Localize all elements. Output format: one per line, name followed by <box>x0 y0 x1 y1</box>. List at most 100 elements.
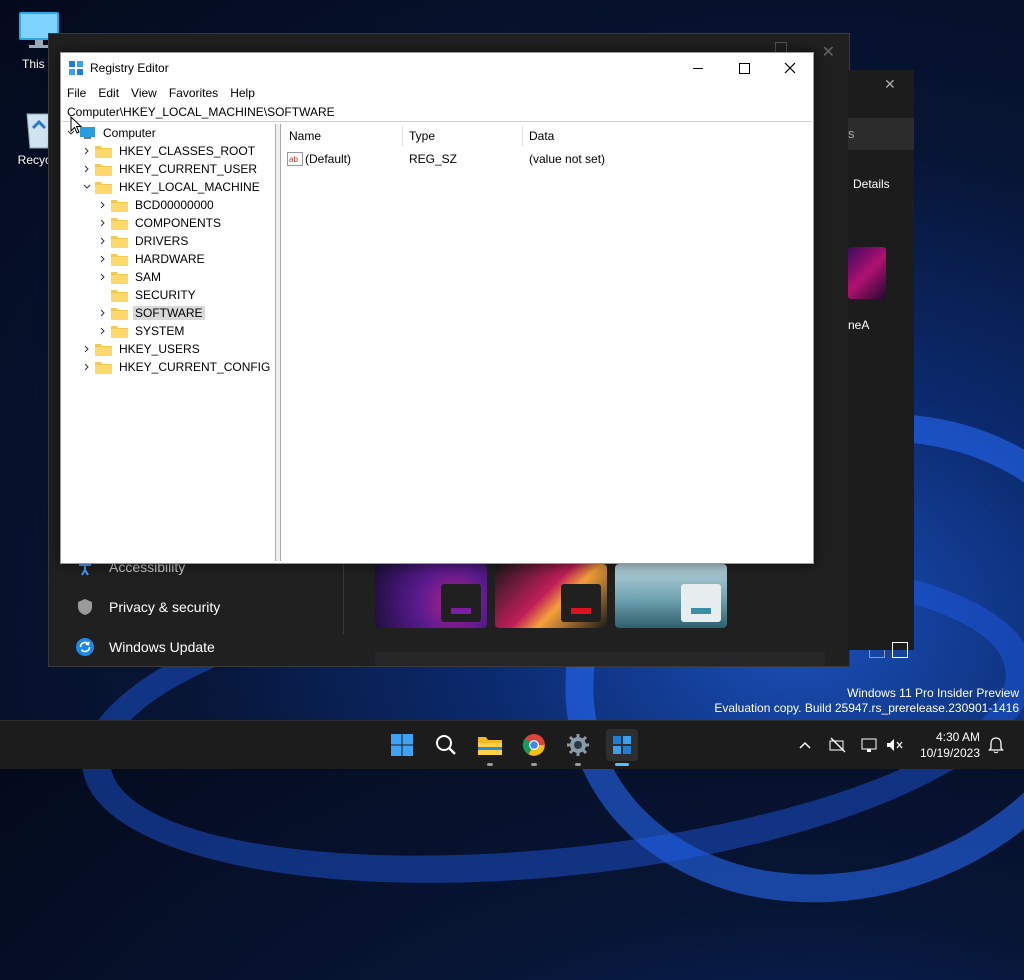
settings-nav-label: Windows Update <box>109 639 215 655</box>
chevron-right-icon[interactable] <box>95 268 111 286</box>
chrome-button[interactable] <box>518 729 550 766</box>
close-button[interactable] <box>767 53 813 83</box>
start-button[interactable] <box>386 729 418 761</box>
chevron-right-icon[interactable] <box>79 142 95 160</box>
tree-node-label: SAM <box>135 270 162 284</box>
tree-node-security[interactable]: SECURITY <box>95 286 198 304</box>
menu-favorites[interactable]: Favorites <box>163 86 224 100</box>
settings-close-icon[interactable]: ✕ <box>884 76 896 93</box>
value-type: REG_SZ <box>409 152 458 166</box>
tree-node-hkey-current-config[interactable]: HKEY_CURRENT_CONFIG <box>79 358 272 376</box>
volume-tray-button[interactable] <box>884 721 906 769</box>
address-bar[interactable]: Computer\HKEY_LOCAL_MACHINE\SOFTWARE <box>62 103 812 122</box>
values-pane[interactable]: Name Type Data ab (Default) REG_SZ (valu… <box>280 124 813 561</box>
chevron-right-icon[interactable] <box>95 304 111 322</box>
bell-icon <box>988 737 1004 754</box>
column-header-type[interactable]: Type <box>409 124 435 148</box>
registry-editor-icon <box>69 61 83 75</box>
theme-thumbnail-window <box>681 584 721 622</box>
settings-nav-windows-update[interactable]: Windows Update <box>75 637 215 657</box>
tree-node-drivers[interactable]: DRIVERS <box>95 232 190 250</box>
windows-start-icon <box>391 734 413 756</box>
active-indicator <box>615 763 629 766</box>
tree-node-software[interactable]: SOFTWARE <box>95 304 205 322</box>
folder-icon <box>95 164 112 176</box>
chevron-right-icon[interactable] <box>95 232 111 250</box>
value-data: (value not set) <box>529 152 606 166</box>
chrome-icon <box>522 734 545 756</box>
menu-file[interactable]: File <box>61 86 92 100</box>
details-link[interactable]: Details <box>853 177 890 191</box>
minimize-button[interactable] <box>675 53 721 83</box>
tree-node-label: HKEY_LOCAL_MACHINE <box>119 180 260 194</box>
tree-node-components[interactable]: COMPONENTS <box>95 214 223 232</box>
tree-node-label: COMPONENTS <box>135 216 222 230</box>
menu-view[interactable]: View <box>125 86 163 100</box>
tree-node-hkey-local-machine[interactable]: HKEY_LOCAL_MACHINE <box>79 178 262 196</box>
tree-node-hkey-current-user[interactable]: HKEY_CURRENT_USER <box>79 160 259 178</box>
menu-help[interactable]: Help <box>224 86 261 100</box>
tree-node-hkey-users[interactable]: HKEY_USERS <box>79 340 202 358</box>
taskbar: 4:30 AM 10/19/2023 <box>0 720 1024 769</box>
tree-node-hkey-classes-root[interactable]: HKEY_CLASSES_ROOT <box>79 142 257 160</box>
theme-thumbnail[interactable] <box>495 564 607 628</box>
value-row[interactable]: ab (Default) REG_SZ (value not set) <box>287 150 707 168</box>
chevron-down-icon[interactable] <box>79 178 95 196</box>
chevron-right-icon[interactable] <box>79 340 95 358</box>
notifications-button[interactable] <box>984 721 1008 769</box>
settings-button[interactable] <box>562 729 594 766</box>
tree-node-label: SECURITY <box>135 288 196 302</box>
chevron-right-icon[interactable] <box>95 196 111 214</box>
registry-editor-icon <box>613 736 631 754</box>
tree-node-label: HARDWARE <box>135 252 205 266</box>
settings-close-button[interactable]: ✕ <box>822 42 835 62</box>
file-explorer-button[interactable] <box>474 729 506 766</box>
network-tray-button[interactable] <box>826 721 850 769</box>
maximize-button[interactable] <box>721 53 767 83</box>
tree-node-label: HKEY_USERS <box>119 342 200 356</box>
column-header-data[interactable]: Data <box>529 124 554 148</box>
folder-icon <box>111 272 128 284</box>
registry-editor-taskbar-button[interactable] <box>606 729 638 766</box>
tree-node-sam[interactable]: SAM <box>95 268 163 286</box>
watermark-line: Windows 11 Pro Insider Preview <box>847 686 1019 700</box>
search-button[interactable] <box>430 729 462 761</box>
theme-thumbnail[interactable] <box>615 564 727 628</box>
column-header-name[interactable]: Name <box>289 124 321 148</box>
value-name: (Default) <box>305 152 352 166</box>
menu-edit[interactable]: Edit <box>92 86 125 100</box>
tree-node-system[interactable]: SYSTEM <box>95 322 186 340</box>
chevron-right-icon[interactable] <box>95 214 111 232</box>
settings-search-box[interactable]: s <box>848 118 914 150</box>
menu-bar: File Edit View Favorites Help <box>61 83 813 103</box>
chevron-right-icon[interactable] <box>95 250 111 268</box>
folder-icon <box>111 326 128 338</box>
column-divider[interactable] <box>402 126 403 146</box>
search-icon <box>436 735 456 755</box>
title-bar[interactable]: Registry Editor <box>61 53 813 83</box>
clock-time: 4:30 AM <box>935 730 980 744</box>
display-icon <box>861 738 877 752</box>
tree-node-label: HKEY_CURRENT_CONFIG <box>119 360 271 374</box>
theme-thumbnail[interactable] <box>375 564 487 628</box>
registry-editor-window[interactable]: Registry Editor File Edit View Favorites… <box>60 52 814 564</box>
show-hidden-icons-button[interactable] <box>794 721 816 769</box>
view-tile-icon[interactable] <box>892 642 908 658</box>
clock[interactable]: 4:30 AM 10/19/2023 <box>920 729 980 761</box>
chevron-right-icon[interactable] <box>79 160 95 178</box>
chevron-up-icon <box>799 741 811 749</box>
folder-icon <box>111 254 128 266</box>
chevron-right-icon[interactable] <box>95 322 111 340</box>
tree-node-bcd[interactable]: BCD00000000 <box>95 196 216 214</box>
settings-divider <box>343 554 344 634</box>
search-fragment: s <box>848 126 855 141</box>
column-divider[interactable] <box>522 126 523 146</box>
chevron-right-icon[interactable] <box>79 358 95 376</box>
theme-name: neA <box>848 318 870 332</box>
network-disconnected-icon <box>829 737 846 753</box>
volume-muted-icon <box>887 739 903 751</box>
display-tray-button[interactable] <box>858 721 882 769</box>
tree-pane[interactable]: Computer HKEY_CLASSES_ROOT HKEY_CURRENT_… <box>61 124 276 561</box>
settings-nav-privacy-security[interactable]: Privacy & security <box>75 597 220 617</box>
tree-node-hardware[interactable]: HARDWARE <box>95 250 207 268</box>
